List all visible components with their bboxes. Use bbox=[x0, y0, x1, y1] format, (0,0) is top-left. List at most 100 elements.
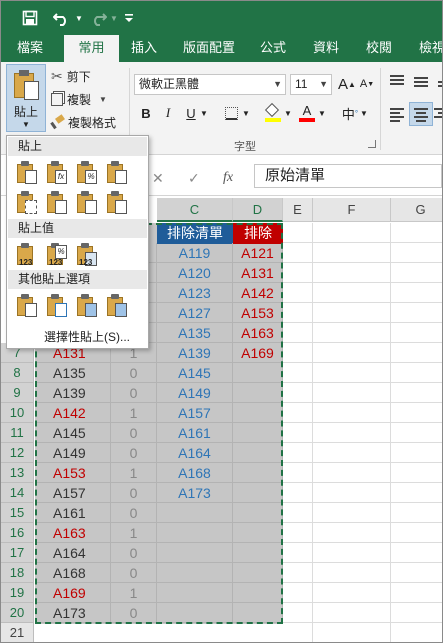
grid-cell[interactable] bbox=[391, 423, 442, 443]
undo-icon[interactable] bbox=[51, 1, 73, 35]
paste-formulas-icon[interactable]: fx bbox=[45, 160, 69, 186]
row-header[interactable]: 20 bbox=[1, 603, 34, 623]
paste-keep-column-widths-icon[interactable] bbox=[45, 190, 69, 216]
borders-button[interactable] bbox=[221, 103, 241, 123]
grid-cell[interactable] bbox=[313, 463, 391, 483]
row-header[interactable]: 18 bbox=[1, 563, 34, 583]
enter-icon[interactable]: ✓ bbox=[188, 170, 200, 187]
row-header[interactable]: 16 bbox=[1, 523, 34, 543]
tab-page-layout[interactable]: 版面配置 bbox=[175, 35, 243, 62]
grid-cell[interactable] bbox=[313, 483, 391, 503]
grid-cell[interactable] bbox=[313, 403, 391, 423]
grid-cell[interactable] bbox=[391, 623, 442, 642]
row-header[interactable]: 12 bbox=[1, 443, 34, 463]
grid-cell[interactable] bbox=[313, 323, 391, 343]
paste-formatting-icon[interactable] bbox=[15, 293, 39, 319]
font-color-button[interactable]: A bbox=[297, 103, 317, 123]
grid-cell[interactable] bbox=[313, 263, 391, 283]
cut-button[interactable]: ✂ 剪下 bbox=[51, 66, 91, 86]
grow-font-button[interactable]: A ▲ bbox=[337, 74, 357, 94]
tab-formulas[interactable]: 公式 bbox=[252, 35, 294, 62]
insert-function-icon[interactable]: fx bbox=[223, 170, 233, 186]
grid-cell[interactable] bbox=[391, 463, 442, 483]
grid-cell[interactable] bbox=[313, 563, 391, 583]
row-header[interactable]: 9 bbox=[1, 383, 34, 403]
column-header-g[interactable]: G bbox=[391, 198, 442, 222]
fill-color-dropdown-icon[interactable]: ▼ bbox=[283, 103, 293, 123]
row-header[interactable]: 17 bbox=[1, 543, 34, 563]
grid-cell[interactable] bbox=[391, 603, 442, 623]
align-center-button[interactable] bbox=[409, 102, 433, 126]
paste-merge-conditional-formatting-icon[interactable] bbox=[105, 190, 129, 216]
formula-input[interactable]: 原始清單 bbox=[254, 164, 442, 188]
font-name-combo[interactable]: 微軟正黑體 ▼ bbox=[134, 74, 286, 95]
grid-cell[interactable] bbox=[283, 603, 313, 623]
paste-values-source-formatting-icon[interactable]: 123 bbox=[75, 242, 99, 268]
tab-review[interactable]: 校閱 bbox=[358, 35, 400, 62]
grid-cell[interactable] bbox=[391, 383, 442, 403]
paste-picture-icon[interactable] bbox=[75, 293, 99, 319]
align-bottom-button[interactable] bbox=[434, 72, 442, 92]
grid-cell[interactable] bbox=[313, 523, 391, 543]
bold-button[interactable]: B bbox=[136, 103, 156, 123]
paste-link-icon[interactable] bbox=[45, 293, 69, 319]
grid-cell[interactable] bbox=[391, 563, 442, 583]
fill-color-button[interactable] bbox=[263, 102, 283, 123]
grid-cell[interactable] bbox=[391, 363, 442, 383]
tab-insert[interactable]: 插入 bbox=[122, 35, 166, 62]
grid-cell[interactable] bbox=[283, 503, 313, 523]
grid-cell[interactable] bbox=[391, 243, 442, 263]
grid-cell[interactable] bbox=[283, 583, 313, 603]
redo-icon[interactable] bbox=[87, 1, 109, 35]
row-header[interactable]: 10 bbox=[1, 403, 34, 423]
column-header-e[interactable]: E bbox=[283, 198, 313, 222]
cancel-icon[interactable]: ✕ bbox=[152, 170, 164, 187]
row-header[interactable]: 14 bbox=[1, 483, 34, 503]
tab-data[interactable]: 資料 bbox=[305, 35, 347, 62]
grid-cell[interactable] bbox=[313, 223, 391, 243]
paste-values-number-format-icon[interactable]: % 123 bbox=[45, 242, 69, 268]
column-header-d[interactable]: D bbox=[233, 198, 283, 222]
grid-cell[interactable] bbox=[313, 503, 391, 523]
grid-cell[interactable] bbox=[283, 443, 313, 463]
underline-dropdown-icon[interactable]: ▼ bbox=[199, 103, 209, 123]
grid-cell[interactable] bbox=[391, 443, 442, 463]
paste-button[interactable]: 貼上 ▼ bbox=[6, 64, 46, 132]
grid-cell[interactable] bbox=[313, 623, 391, 642]
align-left-button[interactable] bbox=[386, 103, 408, 125]
grid-cell[interactable] bbox=[313, 583, 391, 603]
grid-cell[interactable] bbox=[283, 323, 313, 343]
grid-cell[interactable] bbox=[313, 243, 391, 263]
tab-home[interactable]: 常用 bbox=[64, 35, 119, 63]
grid-cell[interactable] bbox=[391, 223, 442, 243]
font-size-combo[interactable]: 11 ▼ bbox=[290, 74, 332, 95]
grid-cell[interactable] bbox=[283, 423, 313, 443]
grid-cell[interactable] bbox=[283, 383, 313, 403]
grid-cell[interactable] bbox=[391, 323, 442, 343]
align-right-button[interactable] bbox=[434, 103, 442, 125]
grid-cell[interactable] bbox=[283, 263, 313, 283]
undo-dropdown-icon[interactable]: ▼ bbox=[73, 1, 85, 35]
grid-cell[interactable] bbox=[391, 583, 442, 603]
grid-cell[interactable] bbox=[391, 263, 442, 283]
tab-view[interactable]: 檢視 bbox=[411, 35, 442, 62]
grid-cell[interactable] bbox=[313, 423, 391, 443]
grid-cell[interactable] bbox=[313, 343, 391, 363]
grid-cell[interactable] bbox=[313, 543, 391, 563]
row-header[interactable]: 13 bbox=[1, 463, 34, 483]
grid-cell[interactable] bbox=[313, 283, 391, 303]
grid-cell[interactable] bbox=[313, 383, 391, 403]
tab-file[interactable]: 檔案 bbox=[1, 35, 59, 62]
phonetic-button[interactable]: 中 ° bbox=[340, 103, 360, 123]
row-header[interactable]: 15 bbox=[1, 503, 34, 523]
shrink-font-button[interactable]: A ▼ bbox=[357, 74, 377, 94]
grid-cell[interactable] bbox=[283, 483, 313, 503]
row-header[interactable]: 11 bbox=[1, 423, 34, 443]
grid-cell[interactable] bbox=[283, 343, 313, 363]
grid-cell[interactable] bbox=[313, 443, 391, 463]
column-header-f[interactable]: F bbox=[313, 198, 391, 222]
grid-cell[interactable] bbox=[391, 343, 442, 363]
grid-cell[interactable] bbox=[391, 503, 442, 523]
row-header[interactable]: 19 bbox=[1, 583, 34, 603]
grid-cell[interactable] bbox=[313, 363, 391, 383]
